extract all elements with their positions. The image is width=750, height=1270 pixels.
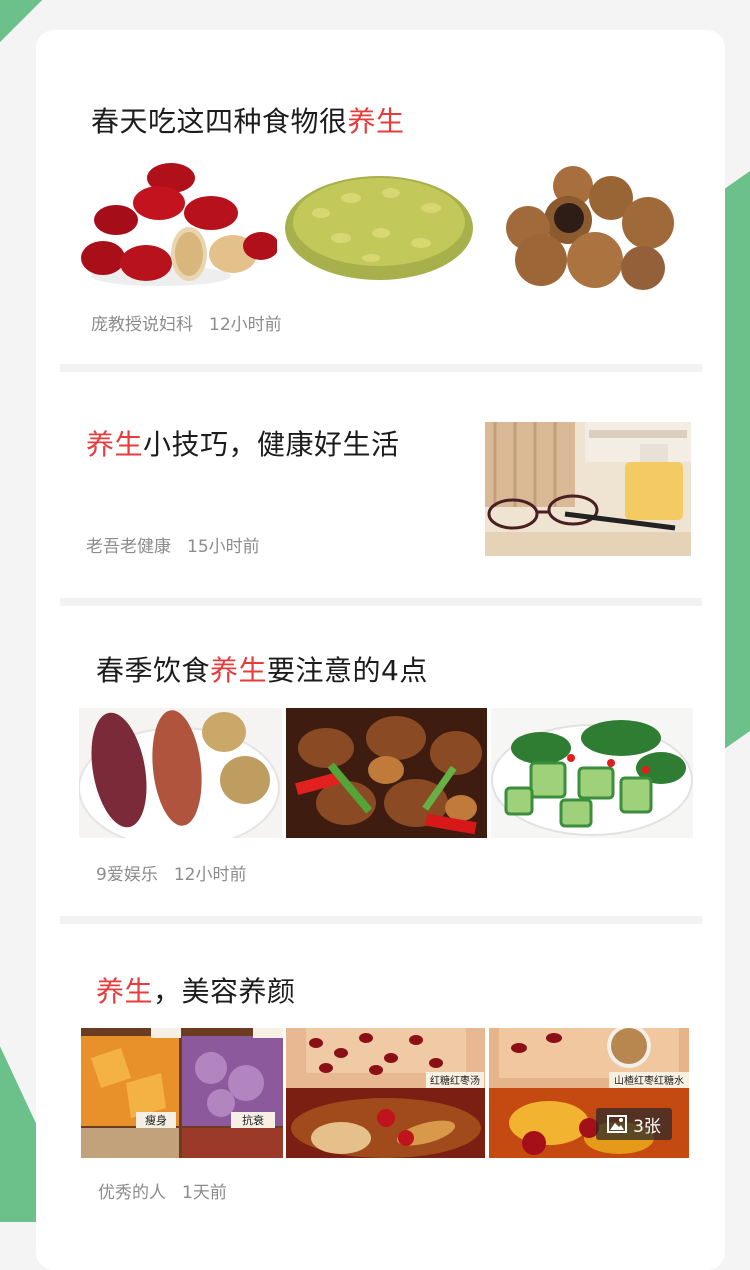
article-time: 1天前 xyxy=(182,1183,227,1203)
thumbnail-pumpkin-collage[interactable]: 瘦身 抗衰 xyxy=(81,1028,283,1158)
article-title[interactable]: 春天吃这四种食物很养生 xyxy=(91,100,405,140)
article-title[interactable]: 春季饮食养生要注意的4点 xyxy=(96,649,428,689)
article-source: 9爱娱乐 xyxy=(96,865,158,885)
collage-label-brown-sugar-date-soup: 红糖红枣汤 xyxy=(430,1074,480,1087)
article-meta: 9爱娱乐 12小时前 xyxy=(96,860,246,885)
thumbnail-red-dates[interactable] xyxy=(81,158,277,290)
article-time: 15小时前 xyxy=(187,537,260,557)
collage-label-slim: 瘦身 xyxy=(145,1113,167,1127)
article-meta: 优秀的人 1天前 xyxy=(98,1178,227,1203)
thumbnail-sweet-potato[interactable] xyxy=(79,708,282,838)
article-meta: 庞教授说妇科 12小时前 xyxy=(91,310,282,335)
article-title[interactable]: 养生，美容养颜 xyxy=(96,970,296,1010)
photo-count-badge: 3张 xyxy=(596,1108,672,1140)
thumbnail-braised-chicken[interactable] xyxy=(286,708,487,838)
photo-count-label: 3张 xyxy=(633,1116,661,1137)
article-divider xyxy=(60,364,702,372)
collage-label-anti-aging: 抗衰 xyxy=(242,1113,264,1127)
thumbnail-cucumber-salad[interactable] xyxy=(491,708,693,838)
article-title[interactable]: 养生小技巧，健康好生活 xyxy=(86,423,400,463)
feed-card: 春天吃这四种食物很养生 庞教授说妇科 12小时前 养生小技巧，健康好生活 老吾老… xyxy=(36,30,725,1270)
article-divider xyxy=(60,598,702,606)
collage-label-hawthorn-drink: 山楂红枣红糖水 xyxy=(614,1074,684,1087)
article-time: 12小时前 xyxy=(209,315,282,335)
thumbnail-longan[interactable] xyxy=(483,158,689,290)
thumbnail-glasses-on-table[interactable] xyxy=(485,422,691,556)
article-source: 老吾老健康 xyxy=(86,537,171,557)
article-meta: 老吾老健康 15小时前 xyxy=(86,532,260,557)
thumbnail-date-soup[interactable]: 红糖红枣汤 xyxy=(286,1028,485,1158)
image-icon xyxy=(607,1115,628,1133)
article-divider xyxy=(60,916,702,924)
article-source: 庞教授说妇科 xyxy=(91,315,193,335)
article-time: 12小时前 xyxy=(173,865,247,885)
article-source: 优秀的人 xyxy=(98,1183,166,1203)
thumbnail-green-raisins[interactable] xyxy=(281,158,477,290)
